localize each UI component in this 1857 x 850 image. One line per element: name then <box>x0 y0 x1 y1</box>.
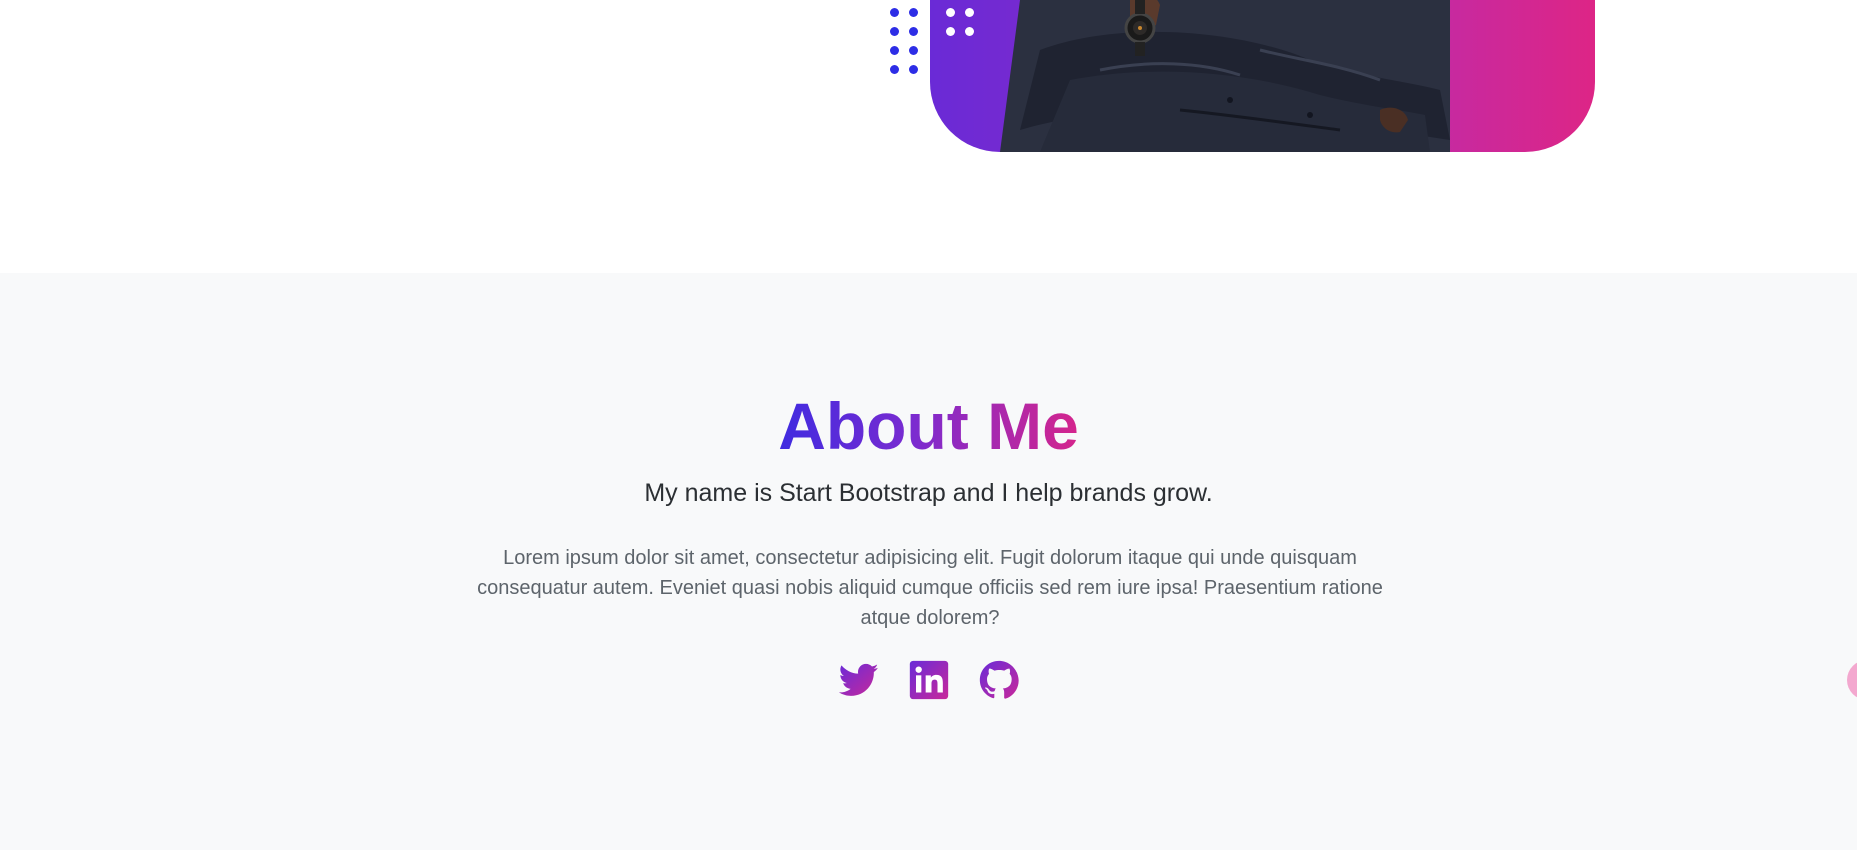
linkedin-link[interactable] <box>909 660 949 700</box>
about-body: Lorem ipsum dolor sit amet, consectetur … <box>477 547 1383 629</box>
person-photo <box>1000 0 1450 152</box>
decorative-dots-white <box>946 8 974 36</box>
about-title: About Me <box>0 393 1857 459</box>
about-title-text: About Me <box>778 389 1079 463</box>
twitter-link[interactable] <box>838 660 879 700</box>
twitter-icon <box>838 663 878 696</box>
hero-section <box>0 0 1857 273</box>
github-icon <box>979 660 1019 699</box>
about-lead: My name is Start Bootstrap and I help br… <box>644 479 1213 507</box>
decorative-dots <box>890 8 918 74</box>
github-link[interactable] <box>979 660 1019 700</box>
linkedin-icon <box>909 660 948 700</box>
about-section: About Me My name is Start Bootstrap and … <box>0 273 1857 850</box>
page: About Me My name is Start Bootstrap and … <box>0 0 1857 850</box>
profile-image <box>930 0 1595 152</box>
social-links <box>0 660 1857 700</box>
